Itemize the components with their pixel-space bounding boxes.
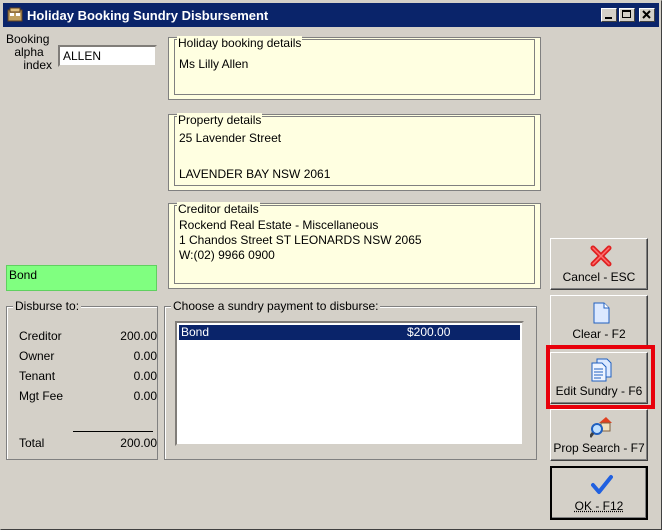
disburse-row-label: Creditor bbox=[19, 329, 62, 343]
disburse-total-value: 200.00 bbox=[120, 436, 157, 450]
minimize-button[interactable] bbox=[601, 8, 617, 22]
disburse-row-value: 0.00 bbox=[133, 349, 157, 363]
holiday-booking-details-panel: Holiday booking details Ms Lilly Allen bbox=[168, 36, 541, 100]
disburse-row: Mgt Fee 0.00 bbox=[19, 389, 157, 403]
selected-sundry-panel: Bond bbox=[6, 265, 157, 291]
property-details-panel: Property details 25 Lavender Street LAVE… bbox=[168, 113, 541, 191]
close-button[interactable] bbox=[639, 8, 655, 22]
booking-label-line: index bbox=[23, 58, 52, 72]
maximize-button[interactable] bbox=[619, 8, 635, 22]
disburse-to-group: Disburse to: Creditor 200.00 Owner 0.00 … bbox=[6, 299, 158, 460]
holiday-details-line: Ms Lilly Allen bbox=[179, 57, 249, 71]
sundry-item-amount: $200.00 bbox=[407, 325, 451, 339]
window-title: Holiday Booking Sundry Disbursement bbox=[27, 8, 269, 23]
checkmark-icon bbox=[591, 475, 613, 494]
property-address-line: LAVENDER BAY NSW 2061 bbox=[179, 167, 331, 181]
ok-button-label: OK - F12 bbox=[574, 499, 624, 513]
booking-alpha-index-input[interactable] bbox=[58, 45, 157, 67]
cancel-button[interactable]: Cancel - ESC bbox=[550, 238, 648, 290]
title-bar[interactable]: Holiday Booking Sundry Disbursement bbox=[3, 3, 659, 27]
disburse-total-row: Total 200.00 bbox=[19, 436, 157, 450]
app-icon bbox=[7, 7, 23, 22]
disburse-row-label: Tenant bbox=[19, 369, 56, 383]
sundry-payment-legend: Choose a sundry payment to disburse: bbox=[171, 299, 381, 313]
disburse-row: Tenant 0.00 bbox=[19, 369, 157, 383]
disburse-total-label: Total bbox=[19, 436, 45, 450]
prop-search-button-label: Prop Search - F7 bbox=[553, 441, 645, 455]
blank-document-icon bbox=[593, 302, 610, 324]
red-x-icon bbox=[590, 245, 612, 267]
creditor-details-legend: Creditor details bbox=[177, 202, 260, 216]
disburse-row-value: 200.00 bbox=[120, 329, 157, 343]
selected-sundry-name: Bond bbox=[9, 268, 38, 282]
holiday-details-legend: Holiday booking details bbox=[177, 36, 303, 50]
clear-button[interactable]: Clear - F2 bbox=[550, 295, 648, 347]
ok-button[interactable]: OK - F12 bbox=[550, 466, 648, 520]
cancel-button-label: Cancel - ESC bbox=[562, 270, 636, 284]
clear-button-label: Clear - F2 bbox=[572, 327, 626, 341]
disburse-row-value: 0.00 bbox=[133, 389, 157, 403]
disburse-row: Creditor 200.00 bbox=[19, 329, 157, 343]
list-item[interactable]: Bond $200.00 bbox=[179, 325, 520, 340]
property-address-line: 25 Lavender Street bbox=[179, 131, 282, 145]
creditor-details-line: Rockend Real Estate - Miscellaneous bbox=[179, 218, 379, 232]
minimize-icon bbox=[605, 17, 612, 19]
disburse-row-label: Mgt Fee bbox=[19, 389, 64, 403]
sundry-payment-list[interactable]: Bond $200.00 bbox=[175, 321, 524, 446]
close-icon bbox=[642, 10, 651, 19]
sundry-item-name: Bond bbox=[181, 325, 210, 339]
disburse-to-legend: Disburse to: bbox=[13, 299, 82, 313]
disburse-row-label: Owner bbox=[19, 349, 55, 363]
creditor-details-line: 1 Chandos Street ST LEONARDS NSW 2065 bbox=[179, 233, 422, 247]
disburse-row-value: 0.00 bbox=[133, 369, 157, 383]
creditor-details-line: W:(02) 9966 0900 bbox=[179, 248, 275, 262]
disburse-row: Owner 0.00 bbox=[19, 349, 157, 363]
property-search-icon bbox=[590, 417, 612, 438]
creditor-details-panel: Creditor details Rockend Real Estate - M… bbox=[168, 202, 541, 289]
edit-sundry-highlight bbox=[546, 345, 655, 409]
sundry-payment-group: Choose a sundry payment to disburse: Bon… bbox=[164, 299, 537, 460]
dialog-window: Holiday Booking Sundry Disbursement Book… bbox=[0, 0, 662, 530]
prop-search-button[interactable]: Prop Search - F7 bbox=[550, 409, 648, 461]
maximize-icon bbox=[622, 10, 631, 18]
total-divider bbox=[73, 431, 153, 432]
property-details-legend: Property details bbox=[177, 113, 263, 127]
booking-alpha-index-label: Booking alpha index bbox=[6, 33, 52, 72]
